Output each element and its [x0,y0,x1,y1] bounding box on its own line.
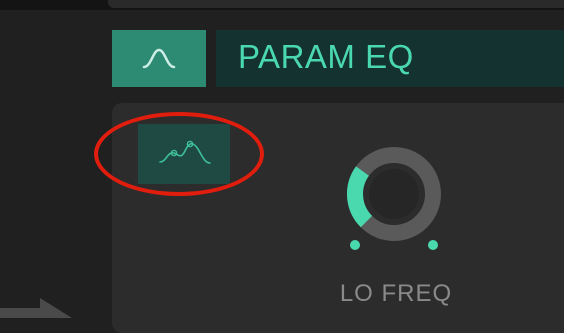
knob-value-arc [347,166,373,228]
top-strip-bar [108,0,564,8]
module-title: PARAM EQ [238,38,414,75]
lo-freq-knob[interactable] [338,140,450,254]
module-title-box: PARAM EQ [216,30,564,87]
knob-label: LO FREQ [339,280,453,307]
highlight-ellipse [94,112,264,196]
knob-graphic [347,147,441,250]
knob-max-dot [428,240,438,250]
module-header: PARAM EQ [112,30,564,87]
knob-min-dot [350,240,360,250]
knob-center [369,169,419,219]
arrow-icon [0,298,72,318]
bell-curve-icon [142,48,176,68]
top-strip [0,0,564,10]
module-type-button[interactable] [112,30,206,87]
